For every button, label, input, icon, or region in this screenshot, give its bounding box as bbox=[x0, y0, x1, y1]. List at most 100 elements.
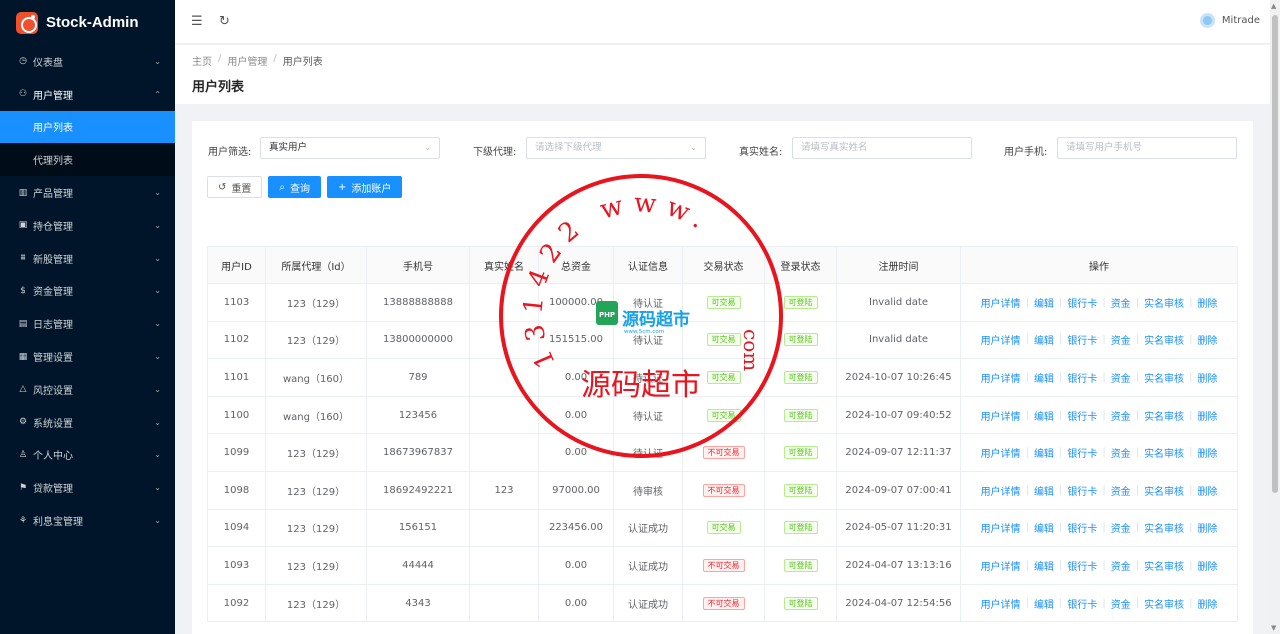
action-link-0[interactable]: 用户详情 bbox=[976, 520, 1026, 535]
sidebar-item-7[interactable]: ▦ 管理设置 ⌄ bbox=[0, 340, 175, 373]
table-cell: 97000.00 bbox=[538, 470, 614, 510]
action-link-4[interactable]: 实名审核 bbox=[1139, 520, 1189, 535]
action-link-5[interactable]: 删除 bbox=[1192, 520, 1222, 535]
action-link-3[interactable]: 资金 bbox=[1106, 295, 1136, 310]
sidebar-item-4[interactable]: ⩩ 新股管理 ⌄ bbox=[0, 242, 175, 275]
sidebar-item-6[interactable]: ▤ 日志管理 ⌄ bbox=[0, 307, 175, 340]
action-link-3[interactable]: 资金 bbox=[1106, 558, 1136, 573]
action-link-0[interactable]: 用户详情 bbox=[976, 596, 1026, 611]
table-cell: 待认证 bbox=[613, 433, 683, 472]
action-link-1[interactable]: 编辑 bbox=[1029, 520, 1059, 535]
action-link-4[interactable]: 实名审核 bbox=[1139, 558, 1189, 573]
action-link-3[interactable]: 资金 bbox=[1106, 483, 1136, 498]
action-link-0[interactable]: 用户详情 bbox=[976, 295, 1026, 310]
agent-select[interactable]: 请选择下级代理 ⌄ bbox=[526, 137, 706, 159]
sidebar-item-1[interactable]: ⚇ 用户管理 ⌃ bbox=[0, 78, 175, 111]
action-link-1[interactable]: 编辑 bbox=[1029, 445, 1059, 460]
table-cell: 可登陆 bbox=[764, 583, 837, 623]
user-menu[interactable]: Mitrade bbox=[1199, 13, 1260, 28]
action-link-1[interactable]: 编辑 bbox=[1029, 332, 1059, 347]
action-link-5[interactable]: 删除 bbox=[1192, 483, 1222, 498]
sidebar-item-3[interactable]: ▣ 持仓管理 ⌄ bbox=[0, 209, 175, 242]
action-link-5[interactable]: 删除 bbox=[1192, 596, 1222, 611]
action-link-0[interactable]: 用户详情 bbox=[976, 445, 1026, 460]
table-cell: 44444 bbox=[366, 546, 470, 585]
action-link-4[interactable]: 实名审核 bbox=[1139, 596, 1189, 611]
action-link-3[interactable]: 资金 bbox=[1106, 408, 1136, 423]
scroll-down-icon[interactable]: ▼ bbox=[1271, 624, 1276, 632]
action-link-2[interactable]: 银行卡 bbox=[1062, 558, 1102, 573]
table-cell: 待审核 bbox=[613, 470, 683, 510]
action-link-4[interactable]: 实名审核 bbox=[1139, 332, 1189, 347]
scroll-up-icon[interactable]: ▲ bbox=[1271, 2, 1276, 10]
action-link-5[interactable]: 删除 bbox=[1192, 295, 1222, 310]
real-name-input[interactable]: 请填写真实姓名 bbox=[792, 137, 972, 159]
action-link-1[interactable]: 编辑 bbox=[1029, 370, 1059, 385]
action-link-3[interactable]: 资金 bbox=[1106, 332, 1136, 347]
user-manage-icon: ⚇ bbox=[18, 89, 28, 100]
action-link-0[interactable]: 用户详情 bbox=[976, 332, 1026, 347]
add-account-button[interactable]: + 添加账户 bbox=[327, 176, 403, 198]
action-link-3[interactable]: 资金 bbox=[1106, 445, 1136, 460]
breadcrumb-parent[interactable]: 用户管理 bbox=[227, 53, 267, 68]
action-link-5[interactable]: 删除 bbox=[1192, 445, 1222, 460]
action-link-3[interactable]: 资金 bbox=[1106, 370, 1136, 385]
action-link-4[interactable]: 实名审核 bbox=[1139, 370, 1189, 385]
page-scrollbar[interactable]: ▲ ▼ bbox=[1270, 0, 1280, 634]
reset-label: 重置 bbox=[231, 183, 252, 195]
sidebar-item-0[interactable]: ◷ 仪表盘 ⌄ bbox=[0, 45, 175, 78]
action-link-1[interactable]: 编辑 bbox=[1029, 596, 1059, 611]
action-link-3[interactable]: 资金 bbox=[1106, 520, 1136, 535]
sidebar-item-12[interactable]: ⚘ 利息宝管理 ⌄ bbox=[0, 504, 175, 537]
refresh-icon[interactable]: ↻ bbox=[219, 14, 230, 29]
action-link-1[interactable]: 编辑 bbox=[1029, 295, 1059, 310]
action-link-2[interactable]: 银行卡 bbox=[1062, 332, 1102, 347]
phone-input[interactable]: 请填写用户手机号 bbox=[1057, 137, 1237, 159]
action-link-5[interactable]: 删除 bbox=[1192, 408, 1222, 423]
query-button[interactable]: ⌕ 查询 bbox=[268, 176, 321, 198]
action-link-2[interactable]: 银行卡 bbox=[1062, 295, 1102, 310]
app-logo[interactable]: Stock-Admin bbox=[0, 0, 175, 45]
sidebar-item-10[interactable]: ♙ 个人中心 ⌄ bbox=[0, 439, 175, 472]
action-link-5[interactable]: 删除 bbox=[1192, 370, 1222, 385]
action-link-5[interactable]: 删除 bbox=[1192, 558, 1222, 573]
action-link-1[interactable]: 编辑 bbox=[1029, 483, 1059, 498]
table-cell bbox=[469, 583, 539, 623]
sidebar-subitem-0[interactable]: 用户列表 bbox=[0, 110, 175, 144]
action-link-3[interactable]: 资金 bbox=[1106, 596, 1136, 611]
user-table: 用户ID 所属代理（Id） 手机号 真实姓名 总资金 认证信息 交易状态 登录状态 注册时间 操作… bbox=[207, 246, 1238, 623]
reset-button[interactable]: ↺ 重置 bbox=[207, 176, 263, 198]
action-link-0[interactable]: 用户详情 bbox=[976, 370, 1026, 385]
action-link-2[interactable]: 银行卡 bbox=[1062, 483, 1102, 498]
collapse-menu-icon[interactable]: ☰ bbox=[191, 14, 203, 29]
action-link-0[interactable]: 用户详情 bbox=[976, 483, 1026, 498]
chevron-down-icon: ⌄ bbox=[154, 286, 161, 296]
user-filter-select[interactable]: 真实用户 ⌄ bbox=[260, 137, 440, 159]
action-link-0[interactable]: 用户详情 bbox=[976, 408, 1026, 423]
column-header: 交易状态 bbox=[682, 246, 765, 284]
action-link-4[interactable]: 实名审核 bbox=[1139, 445, 1189, 460]
action-link-2[interactable]: 银行卡 bbox=[1062, 520, 1102, 535]
action-link-0[interactable]: 用户详情 bbox=[976, 558, 1026, 573]
sidebar-item-2[interactable]: ▥ 产品管理 ⌄ bbox=[0, 176, 175, 209]
sidebar-subitem-1[interactable]: 代理列表 bbox=[0, 143, 175, 177]
action-link-2[interactable]: 银行卡 bbox=[1062, 596, 1102, 611]
action-link-1[interactable]: 编辑 bbox=[1029, 558, 1059, 573]
sidebar-item-11[interactable]: ⚑ 贷款管理 ⌄ bbox=[0, 471, 175, 504]
sidebar-item-8[interactable]: △ 风控设置 ⌄ bbox=[0, 373, 175, 406]
action-link-2[interactable]: 银行卡 bbox=[1062, 445, 1102, 460]
action-link-2[interactable]: 银行卡 bbox=[1062, 370, 1102, 385]
log-icon: ▤ bbox=[18, 318, 28, 329]
sidebar-item-5[interactable]: $ 资金管理 ⌄ bbox=[0, 275, 175, 308]
action-link-4[interactable]: 实名审核 bbox=[1139, 483, 1189, 498]
actions-cell: 用户详情 | 编辑 | 银行卡 | 资金 | 实名审核 | 删除 bbox=[960, 283, 1238, 322]
action-link-5[interactable]: 删除 bbox=[1192, 332, 1222, 347]
sidebar-item-9[interactable]: ⚙ 系统设置 ⌄ bbox=[0, 406, 175, 439]
action-link-4[interactable]: 实名审核 bbox=[1139, 408, 1189, 423]
action-link-2[interactable]: 银行卡 bbox=[1062, 408, 1102, 423]
action-link-1[interactable]: 编辑 bbox=[1029, 408, 1059, 423]
action-link-4[interactable]: 实名审核 bbox=[1139, 295, 1189, 310]
breadcrumb-home[interactable]: 主页 bbox=[192, 53, 212, 68]
scrollbar-thumb[interactable] bbox=[1272, 15, 1278, 493]
chart-icon: ▥ bbox=[18, 187, 28, 198]
